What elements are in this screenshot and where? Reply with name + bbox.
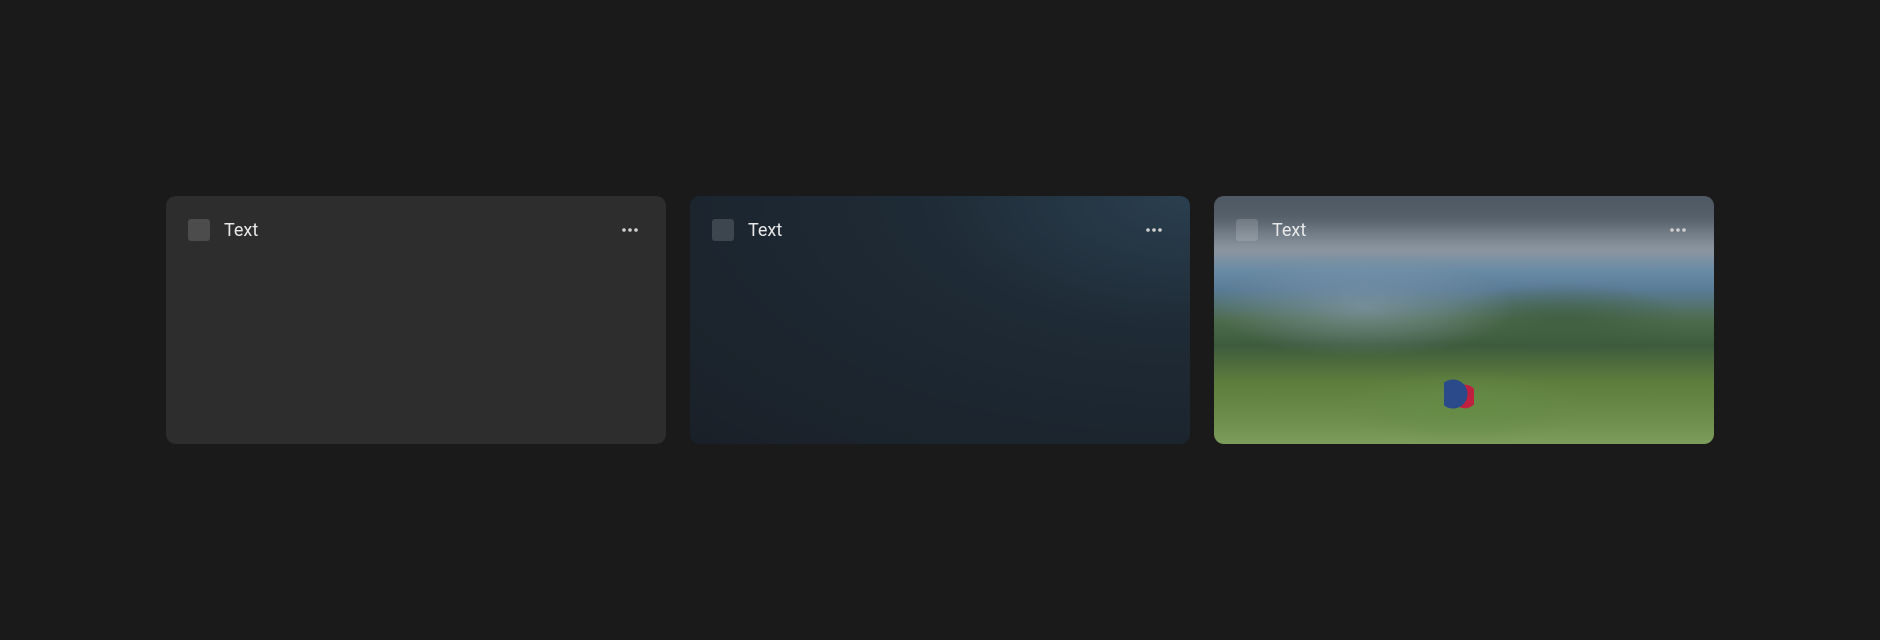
card-title-group: Text xyxy=(188,219,258,241)
card-gradient[interactable]: Text xyxy=(690,196,1190,444)
more-horizontal-icon xyxy=(620,220,640,240)
card-title-group: Text xyxy=(712,219,782,241)
placeholder-icon xyxy=(188,219,210,241)
card-title: Text xyxy=(748,220,782,241)
cards-container: Text Text xyxy=(126,196,1754,444)
card-header: Text xyxy=(166,196,666,264)
more-options-button[interactable] xyxy=(616,216,644,244)
placeholder-icon xyxy=(712,219,734,241)
placeholder-icon xyxy=(1236,219,1258,241)
card-title-group: Text xyxy=(1236,219,1306,241)
card-solid[interactable]: Text xyxy=(166,196,666,444)
card-header: Text xyxy=(1214,196,1714,264)
card-header: Text xyxy=(690,196,1190,264)
more-horizontal-icon xyxy=(1144,220,1164,240)
card-image[interactable]: Text xyxy=(1214,196,1714,444)
card-title: Text xyxy=(1272,220,1306,241)
more-options-button[interactable] xyxy=(1664,216,1692,244)
more-options-button[interactable] xyxy=(1140,216,1168,244)
more-horizontal-icon xyxy=(1668,220,1688,240)
card-title: Text xyxy=(224,220,258,241)
